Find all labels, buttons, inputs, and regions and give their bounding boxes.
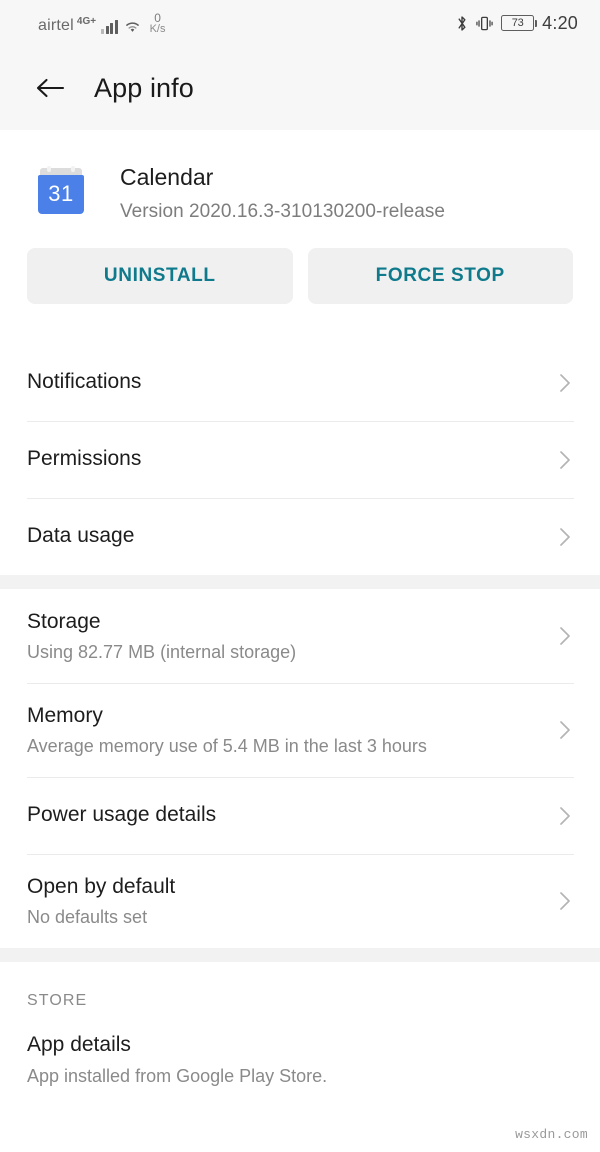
status-bar-left: airtel 4G+ 0 K/s: [38, 12, 165, 35]
row-text: Notifications: [27, 369, 141, 395]
clock-label: 4:20: [542, 12, 578, 33]
row-text: App details App installed from Google Pl…: [27, 1032, 576, 1088]
row-title: Memory: [27, 703, 103, 727]
settings-group-general: Notifications Permissions Data usage: [0, 344, 600, 575]
app-action-buttons: UNINSTALL FORCE STOP: [0, 248, 600, 304]
page-title: App info: [94, 72, 194, 103]
watermark: wsxdn.com: [515, 1127, 588, 1142]
vibrate-icon: [476, 15, 493, 32]
calendar-icon-body: 31: [38, 175, 84, 214]
row-text: Memory Average memory use of 5.4 MB in t…: [27, 703, 427, 758]
carrier-label: airtel: [38, 16, 74, 34]
chevron-right-icon: [552, 624, 576, 648]
force-stop-button[interactable]: FORCE STOP: [307, 248, 573, 304]
battery-percent-label: 73: [511, 17, 524, 29]
chevron-right-icon: [552, 448, 576, 472]
chevron-right-icon: [552, 371, 576, 395]
uninstall-button[interactable]: UNINSTALL: [27, 248, 293, 304]
signal-bars-icon: [101, 19, 118, 34]
app-version: Version 2020.16.3-310130200-release: [120, 200, 446, 222]
chevron-right-icon: [552, 804, 576, 828]
row-text: Data usage: [27, 523, 134, 549]
row-memory[interactable]: Memory Average memory use of 5.4 MB in t…: [0, 683, 600, 777]
row-title: App details: [27, 1033, 131, 1056]
row-storage[interactable]: Storage Using 82.77 MB (internal storage…: [0, 589, 600, 683]
row-app-details[interactable]: App details App installed from Google Pl…: [0, 1010, 600, 1088]
row-notifications[interactable]: Notifications: [0, 344, 600, 421]
row-data-usage[interactable]: Data usage: [0, 498, 600, 575]
row-title: Permissions: [27, 447, 142, 471]
row-subtitle: Average memory use of 5.4 MB in the last…: [27, 735, 427, 756]
chevron-right-icon: [552, 889, 576, 913]
back-arrow-icon[interactable]: [28, 66, 72, 110]
status-bar: airtel 4G+ 0 K/s 73 4:20: [0, 0, 600, 46]
data-rate-value: 0: [154, 10, 161, 25]
row-text: Power usage details: [27, 802, 216, 828]
app-bar: App info: [0, 46, 600, 130]
section-divider-band-store: [0, 948, 600, 962]
app-name: Calendar: [120, 164, 214, 190]
row-title: Notifications: [27, 370, 142, 394]
calendar-app-icon: 31: [38, 166, 84, 214]
wifi-icon: [123, 19, 142, 34]
app-identity: Calendar Version 2020.16.3-310130200-rel…: [120, 164, 445, 223]
row-text: Permissions: [27, 446, 141, 472]
battery-icon: 73: [501, 15, 538, 31]
settings-group-usage: Storage Using 82.77 MB (internal storage…: [0, 589, 600, 948]
status-bar-right: 73 4:20: [456, 13, 578, 34]
data-rate-indicator: 0 K/s: [150, 12, 166, 35]
row-permissions[interactable]: Permissions: [0, 421, 600, 498]
network-type-label: 4G+: [76, 15, 97, 27]
settings-group-store: STORE App details App installed from Goo…: [0, 962, 600, 1088]
store-section-label: STORE: [27, 992, 88, 1009]
data-rate-unit: K/s: [149, 22, 166, 35]
chevron-right-icon: [552, 718, 576, 742]
row-text: Open by default No defaults set: [27, 874, 175, 929]
row-open-by-default[interactable]: Open by default No defaults set: [0, 854, 600, 948]
row-subtitle: No defaults set: [27, 906, 148, 927]
row-text: Storage Using 82.77 MB (internal storage…: [27, 609, 296, 664]
row-title: Open by default: [27, 874, 176, 898]
app-info-screen: airtel 4G+ 0 K/s 73 4:20 App info 31 Cal…: [0, 0, 600, 1152]
row-title: Data usage: [27, 524, 135, 548]
row-power-usage-details[interactable]: Power usage details: [0, 777, 600, 854]
row-subtitle: App installed from Google Play Store.: [27, 1066, 328, 1087]
bluetooth-icon: [456, 15, 468, 32]
row-title: Power usage details: [27, 803, 217, 827]
row-subtitle: Using 82.77 MB (internal storage): [27, 641, 297, 662]
calendar-icon-day: 31: [48, 180, 74, 206]
row-title: Storage: [27, 609, 101, 633]
chevron-right-icon: [552, 525, 576, 549]
app-header: 31 Calendar Version 2020.16.3-310130200-…: [0, 130, 600, 240]
section-divider-band: [0, 575, 600, 589]
